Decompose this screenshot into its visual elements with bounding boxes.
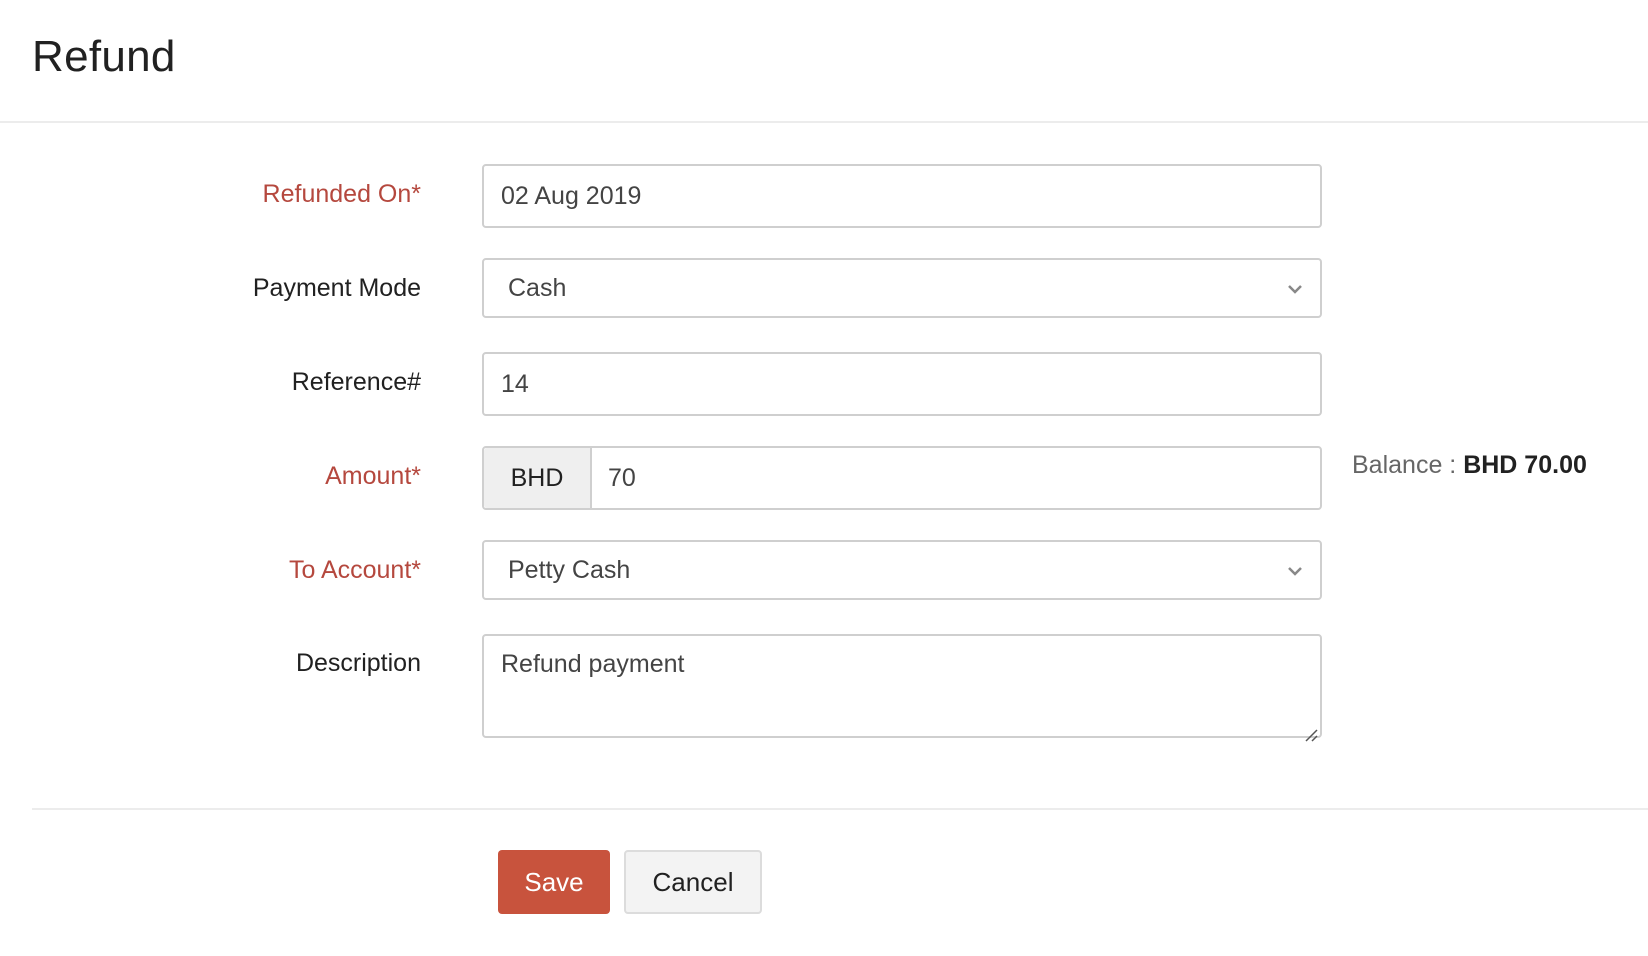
chevron-down-icon [1288, 564, 1302, 578]
chevron-down-icon [1288, 282, 1302, 296]
cancel-button[interactable]: Cancel [624, 850, 762, 914]
to-account-select[interactable]: Petty Cash [482, 540, 1322, 600]
resize-handle-icon[interactable] [1304, 720, 1318, 742]
balance-info: Balance : BHD 70.00 [1352, 451, 1587, 480]
amount-label: Amount* [325, 462, 421, 490]
amount-input-group: BHD 70 [482, 446, 1322, 510]
payment-mode-select[interactable]: Cash [482, 258, 1322, 318]
balance-label: Balance : [1352, 451, 1457, 479]
page-title: Refund [32, 32, 176, 81]
description-textarea[interactable]: Refund payment [482, 634, 1322, 742]
save-button[interactable]: Save [498, 850, 610, 914]
currency-prefix: BHD [484, 448, 592, 508]
refunded-on-input[interactable]: 02 Aug 2019 [482, 164, 1322, 228]
page-header: Refund [0, 0, 1648, 123]
amount-input[interactable]: 70 [608, 464, 636, 493]
description-value: Refund payment [501, 650, 685, 678]
balance-value: BHD 70.00 [1463, 451, 1587, 479]
reference-label: Reference# [291, 368, 421, 396]
footer-divider [32, 808, 1648, 810]
to-account-label: To Account* [288, 556, 421, 584]
to-account-value: Petty Cash [508, 556, 631, 584]
payment-mode-value: Cash [508, 274, 567, 302]
reference-value: 14 [501, 370, 529, 398]
reference-input[interactable]: 14 [482, 352, 1322, 416]
payment-mode-label: Payment Mode [252, 274, 421, 302]
description-label: Description [295, 649, 421, 677]
refunded-on-label: Refunded On* [262, 180, 421, 208]
refunded-on-value: 02 Aug 2019 [501, 182, 642, 210]
